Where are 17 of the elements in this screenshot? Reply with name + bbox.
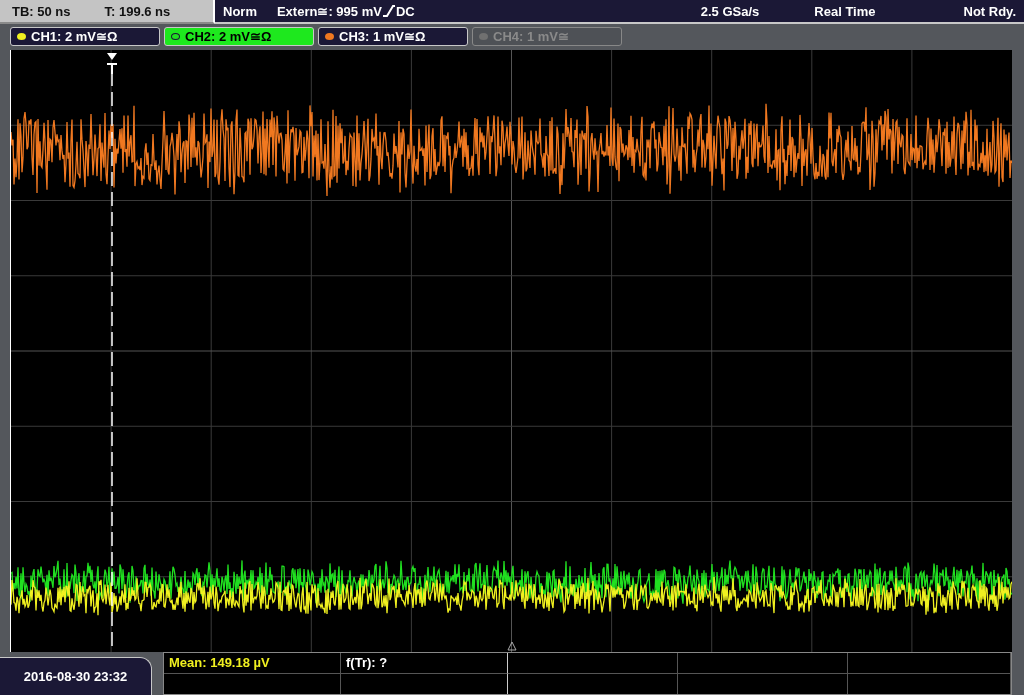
channel-tab[interactable]: CH2: 2 mV≅Ω — [164, 27, 314, 46]
ground-marker-icon — [507, 641, 517, 651]
acquisition-mode: Real Time — [814, 3, 876, 19]
trigger-marker-icon — [106, 53, 118, 75]
trigger-mode: Norm — [223, 3, 257, 19]
trigger-level: Extern≅: 995 mV — [276, 3, 382, 19]
trigger-time-label: T: 199.6 ns — [104, 3, 171, 19]
sample-rate: 2.5 GSa/s — [700, 3, 760, 19]
rising-edge-icon — [382, 5, 395, 17]
measurement-cell: f(Tr): ? — [341, 653, 508, 674]
measurement-cell: Mean: 149.18 µV — [164, 653, 341, 674]
run-status: Not Rdy. — [963, 3, 1016, 19]
date-time: 2016-08-30 23:32 — [0, 657, 152, 695]
channel-tab[interactable]: CH3: 1 mV≅Ω — [318, 27, 468, 46]
channel-tab[interactable]: CH1: 2 mV≅Ω — [10, 27, 160, 46]
coupling-label: DC — [395, 3, 415, 19]
timebase-label: TB: 50 ns — [12, 3, 71, 19]
